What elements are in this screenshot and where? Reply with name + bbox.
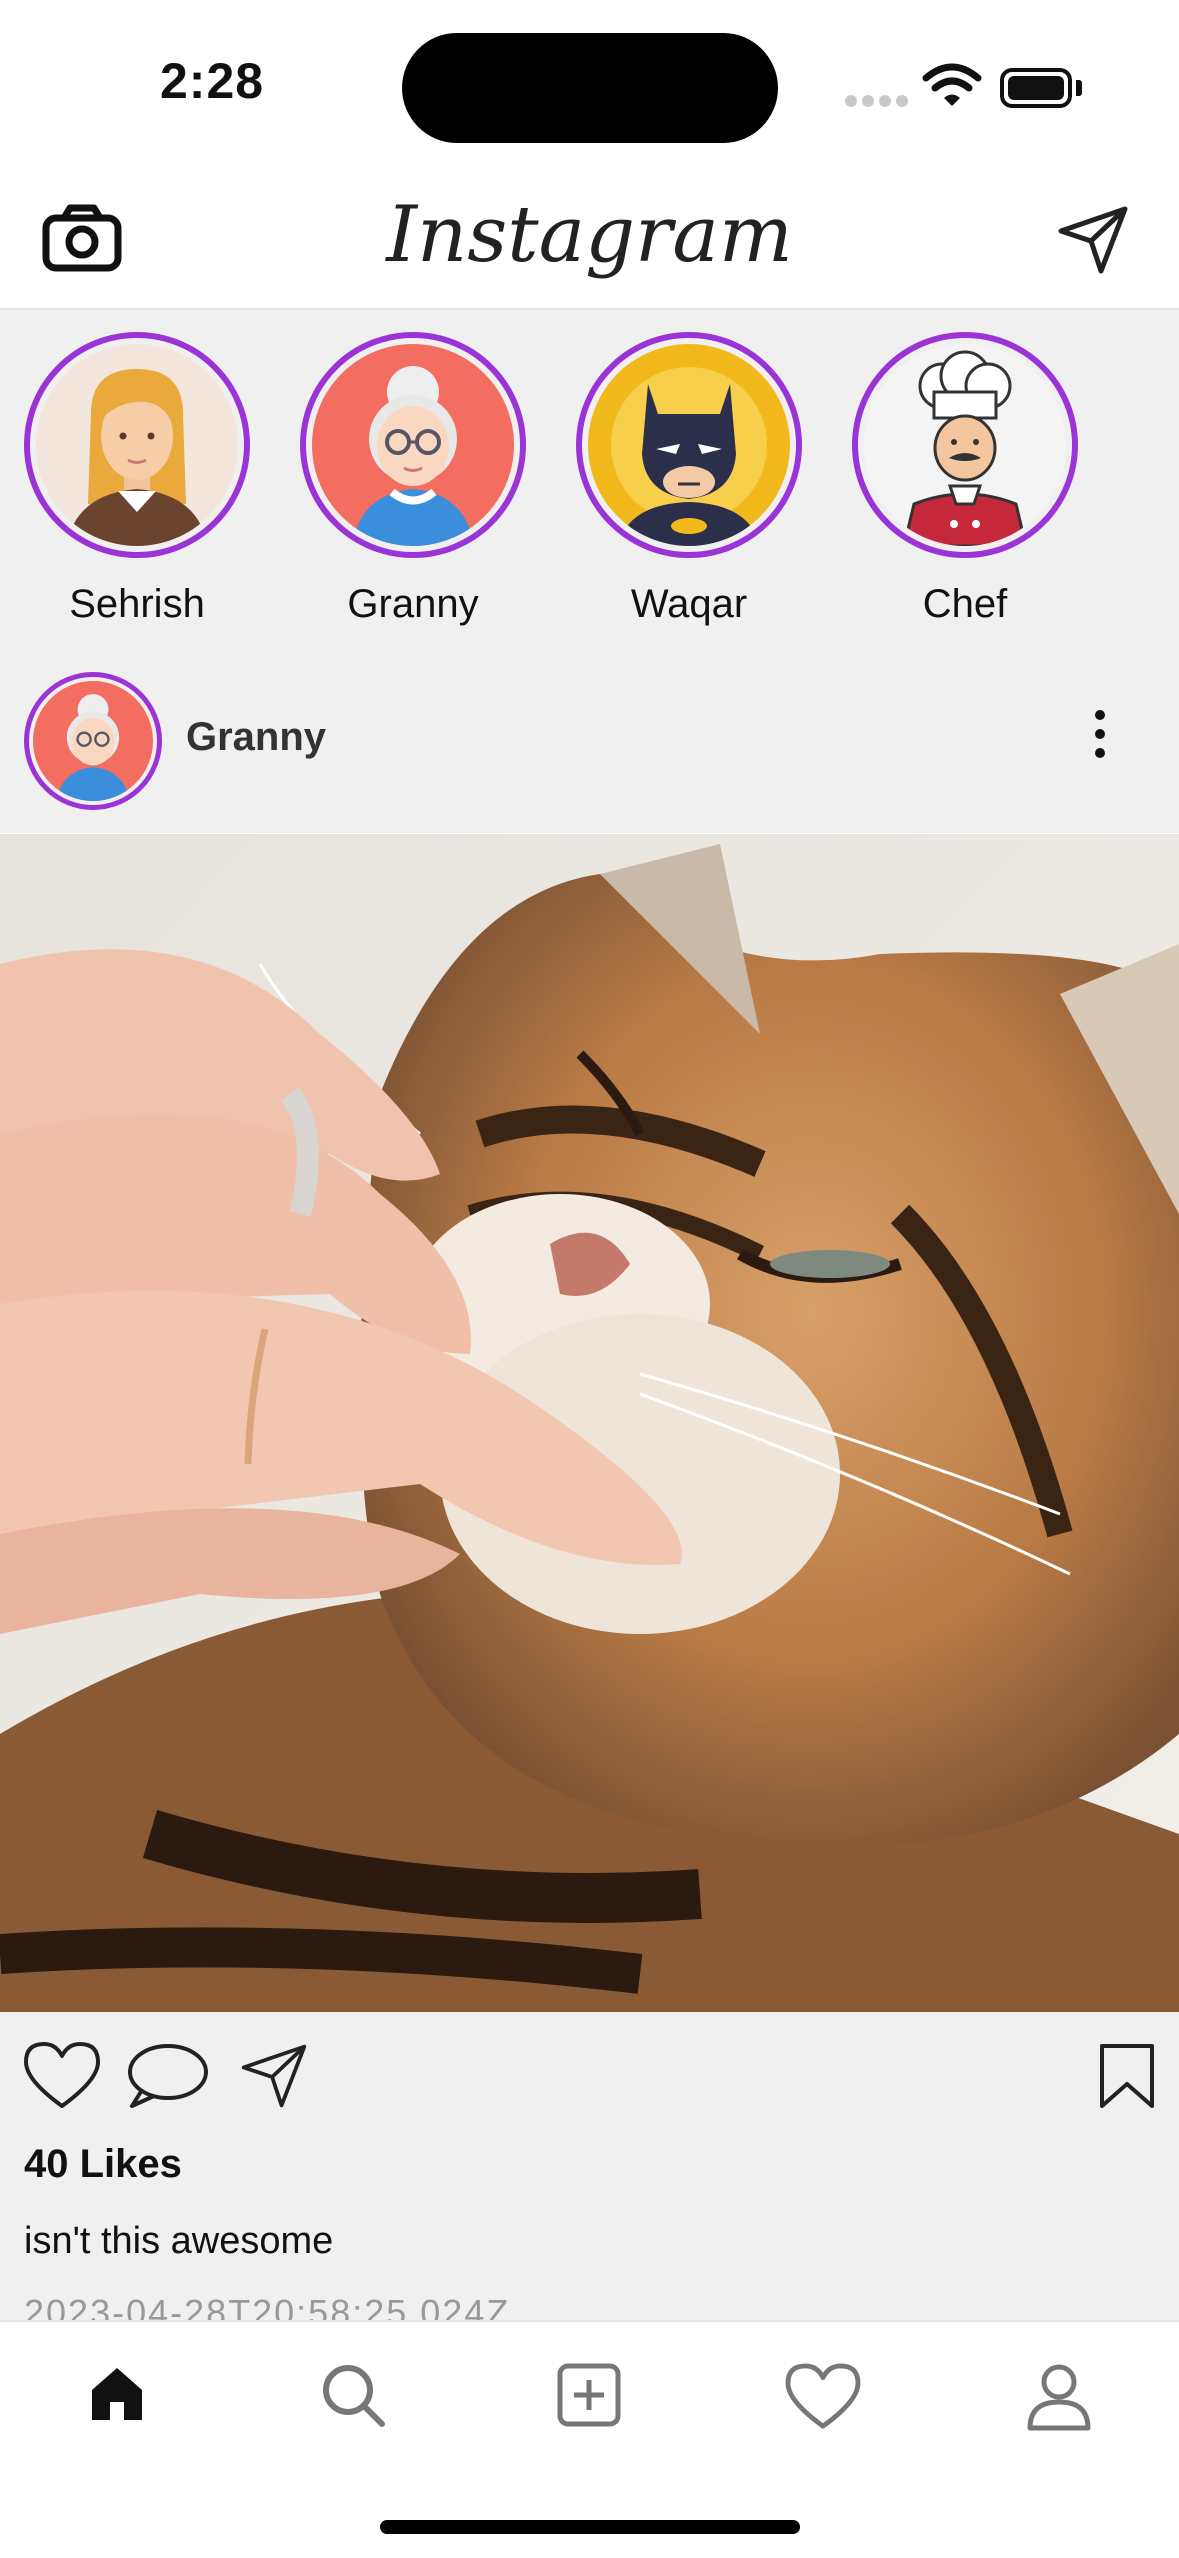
comment-icon[interactable] <box>124 2040 210 2117</box>
avatar <box>36 344 238 546</box>
battery-tip <box>1076 80 1082 96</box>
activity-heart-icon[interactable] <box>784 2362 862 2437</box>
camera-icon[interactable] <box>40 202 124 279</box>
story-name: Chef <box>922 582 1008 626</box>
bookmark-icon[interactable] <box>1098 2042 1156 2115</box>
post-image[interactable] <box>0 834 1179 2012</box>
avatar <box>588 344 790 546</box>
story-chef[interactable]: Chef <box>850 332 1080 627</box>
story-ring <box>24 332 250 558</box>
battery-icon <box>1000 68 1072 108</box>
status-time: 2:28 <box>160 53 265 109</box>
story-ring <box>852 332 1078 558</box>
wifi-icon <box>922 62 982 113</box>
cellular-signal-icon <box>845 94 913 112</box>
add-post-icon[interactable] <box>556 2362 622 2433</box>
story-waqar[interactable]: Waqar <box>574 332 804 627</box>
dynamic-island <box>402 33 778 143</box>
send-icon[interactable] <box>1055 205 1131 280</box>
story-ring <box>300 332 526 558</box>
post-caption: isn't this awesome <box>24 2220 334 2262</box>
post-avatar[interactable] <box>24 672 162 810</box>
instagram-logo: Instagram <box>386 190 793 280</box>
like-heart-icon[interactable] <box>22 2040 102 2117</box>
avatar <box>33 681 153 801</box>
home-icon[interactable] <box>86 2362 148 2429</box>
likes-count[interactable]: 40 Likes <box>24 2142 182 2187</box>
story-granny[interactable]: Granny <box>298 332 528 627</box>
stories-row: Sehrish Granny Waqar Chef <box>0 310 1179 655</box>
post-header <box>0 655 1179 833</box>
more-options-icon[interactable] <box>1095 710 1105 767</box>
post-username[interactable]: Granny <box>186 715 326 760</box>
profile-icon[interactable] <box>1026 2362 1092 2437</box>
share-send-icon[interactable] <box>238 2042 310 2115</box>
story-sehrish[interactable]: Sehrish <box>22 332 252 627</box>
story-ring <box>576 332 802 558</box>
story-name: Waqar <box>630 582 748 626</box>
story-name: Sehrish <box>69 582 205 626</box>
avatar <box>312 344 514 546</box>
avatar <box>864 344 1066 546</box>
story-name: Granny <box>347 582 479 626</box>
home-indicator <box>380 2520 800 2534</box>
search-icon[interactable] <box>320 2362 388 2435</box>
